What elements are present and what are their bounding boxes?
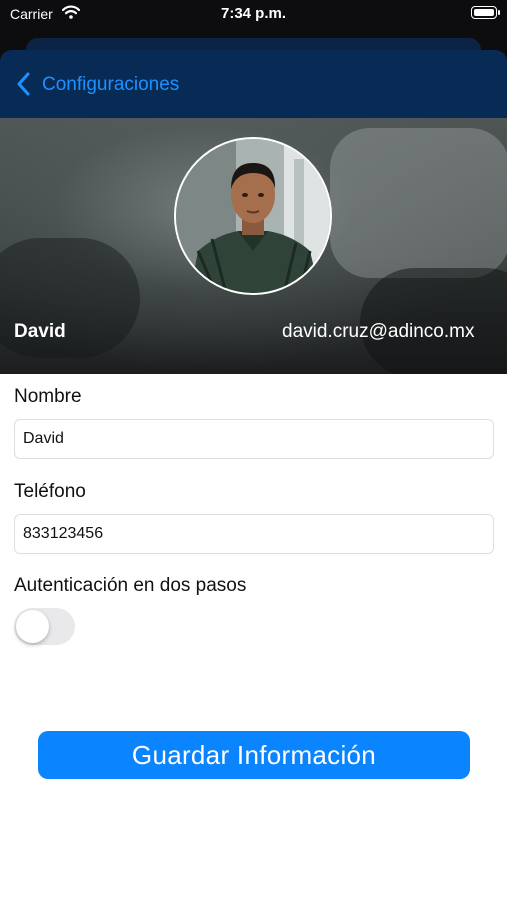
background-blur xyxy=(330,128,507,278)
profile-header: David david.cruz@adinco.mx xyxy=(0,118,507,374)
name-label: Nombre xyxy=(14,386,82,407)
save-button[interactable]: Guardar Información xyxy=(38,731,470,779)
two-factor-toggle[interactable] xyxy=(14,608,75,645)
phone-field[interactable] xyxy=(14,514,494,554)
navigation-bar: Configuraciones xyxy=(0,50,507,118)
back-button[interactable]: Configuraciones xyxy=(42,74,179,96)
chevron-left-icon[interactable] xyxy=(16,72,32,96)
status-bar: Carrier 7:34 p.m. xyxy=(0,0,507,30)
clock: 7:34 p.m. xyxy=(220,5,287,22)
phone-label: Teléfono xyxy=(14,481,86,502)
battery-icon xyxy=(471,6,500,19)
profile-name: David xyxy=(14,321,66,342)
profile-email: david.cruz@adinco.mx xyxy=(282,321,475,342)
toggle-knob xyxy=(16,610,49,643)
two-factor-label: Autenticación en dos pasos xyxy=(14,575,247,596)
profile-form: Nombre Teléfono Autenticación en dos pas… xyxy=(0,374,507,900)
avatar[interactable] xyxy=(174,137,332,295)
name-field[interactable] xyxy=(14,419,494,459)
